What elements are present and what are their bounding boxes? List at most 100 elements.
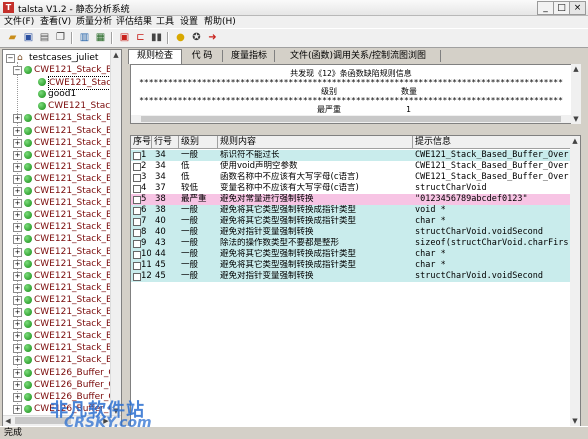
table-row[interactable]: 12 45 一般 避免对指针变量强制转换 structCharVoid.voidSeco… (131, 271, 580, 282)
project-tree[interactable]: − ⌂ testcases_juliet − CWE121_Stack_Ba CWE… (2, 49, 122, 427)
row-checkbox[interactable] (133, 273, 141, 281)
table-row[interactable]: 10 44 一般 避免将其它类型强制转换成指针类型 char * (131, 249, 580, 260)
open-folder-icon[interactable]: ▰ (6, 31, 19, 44)
expand-icon[interactable]: + (13, 283, 22, 293)
scroll-thumb[interactable] (141, 116, 561, 122)
table-icon[interactable]: ▦ (94, 31, 107, 44)
row-checkbox[interactable] (133, 163, 141, 171)
expand-icon[interactable]: + (13, 332, 22, 342)
expand-icon[interactable]: + (13, 235, 22, 245)
col-header-no[interactable]: 序号 (131, 136, 152, 148)
tab-code[interactable]: 代 码 (182, 50, 223, 62)
row-checkbox[interactable] (133, 262, 141, 270)
save-icon[interactable]: ▣ (22, 31, 35, 44)
expand-icon[interactable]: + (13, 295, 22, 305)
report-vertical-scrollbar[interactable]: ▲ ▼ (571, 64, 581, 124)
expand-icon[interactable]: + (13, 368, 22, 378)
scroll-up-icon[interactable]: ▲ (571, 64, 581, 74)
compass-icon[interactable]: ✪ (190, 31, 203, 44)
status-dot-icon (24, 380, 32, 389)
expand-icon[interactable]: + (13, 392, 22, 402)
row-checkbox[interactable] (133, 240, 141, 248)
menu-file[interactable]: 文件(F) (4, 16, 34, 28)
expand-icon[interactable]: + (13, 138, 22, 148)
close-button[interactable]: × (569, 1, 586, 15)
expand-icon[interactable]: + (13, 271, 22, 281)
scroll-up-icon[interactable]: ▲ (111, 50, 121, 60)
expand-icon[interactable]: + (13, 320, 22, 330)
menu-tools[interactable]: 工具 (156, 16, 174, 28)
row-checkbox[interactable] (133, 251, 141, 259)
row-checkbox[interactable] (133, 174, 141, 182)
cell-hint: "0123456789abcdef0123" (415, 194, 528, 204)
col-header-line[interactable]: 行号 (152, 136, 179, 148)
cell-no: 1 (141, 150, 147, 160)
tab-call-graph[interactable]: 文件(函数)调用关系/控制流图浏图 (276, 50, 441, 62)
redo-icon[interactable]: ➜ (206, 31, 219, 44)
col-header-level[interactable]: 级别 (179, 136, 218, 148)
table-vertical-scrollbar[interactable]: ▲ ▼ (570, 136, 580, 426)
chart-icon[interactable]: ▥ (78, 31, 91, 44)
expand-icon[interactable]: + (13, 404, 22, 414)
table-row[interactable]: 6 38 一般 避免将其它类型强制转换成指针类型 void * (131, 205, 580, 216)
menu-view[interactable]: 查看(V) (40, 16, 71, 28)
row-checkbox[interactable] (133, 229, 141, 237)
menu-settings[interactable]: 设置 (180, 16, 198, 28)
tree-vertical-scrollbar[interactable]: ▲ ▼ (110, 50, 121, 416)
table-row[interactable]: 2 34 低 使用void声明空参数 CWE121_Stack_Based_Buffer… (131, 161, 580, 172)
tab-rule-check[interactable]: 规则检查 (128, 49, 182, 64)
cell-line: 43 (155, 238, 166, 248)
row-checkbox[interactable] (133, 152, 141, 160)
report-horizontal-scrollbar[interactable] (131, 115, 571, 123)
table-row[interactable]: 5 38 最严重 避免对常量进行强制转换 "0123456789abcdef0123" (131, 194, 580, 205)
tab-metrics[interactable]: 度量指标 (224, 50, 275, 62)
expand-icon[interactable]: + (13, 199, 22, 209)
red-icon[interactable]: ▣ (118, 31, 131, 44)
help-icon[interactable]: ● (174, 31, 187, 44)
expand-icon[interactable]: + (13, 259, 22, 269)
expand-icon[interactable]: + (13, 162, 22, 172)
table-row[interactable]: 8 40 一般 避免对指针变量强制转换 structCharVoid.voidSecon… (131, 227, 580, 238)
row-checkbox[interactable] (133, 196, 141, 204)
table-row[interactable]: 11 45 一般 避免将其它类型强制转换成指针类型 char * (131, 260, 580, 271)
expand-icon[interactable]: + (13, 308, 22, 317)
expand-icon[interactable]: + (13, 223, 22, 233)
expand-icon[interactable]: + (13, 174, 22, 184)
menu-quality-analysis[interactable]: 质量分析 (76, 16, 112, 28)
expand-icon[interactable]: + (13, 356, 22, 366)
expand-icon[interactable]: + (13, 126, 22, 136)
table-row[interactable]: 4 37 较低 变量名称中不应该有大写字母(c语言) structCharVoid (131, 183, 580, 194)
row-checkbox[interactable] (133, 207, 141, 215)
col-header-rule[interactable]: 规则内容 (218, 136, 413, 148)
maximize-button[interactable]: □ (553, 1, 570, 15)
expand-icon[interactable]: + (13, 247, 22, 257)
cell-line: 38 (155, 205, 166, 215)
scroll-down-icon[interactable]: ▼ (570, 416, 580, 426)
expand-icon[interactable]: + (13, 114, 22, 124)
scroll-up-icon[interactable]: ▲ (570, 136, 580, 146)
copy-icon[interactable]: ❐ (54, 31, 67, 44)
table-row[interactable]: 3 34 低 函数名称中不应该有大写字母(c语言) CWE121_Stack_Based… (131, 172, 580, 183)
scroll-left-icon[interactable]: ◀ (3, 416, 13, 426)
expand-icon[interactable]: + (13, 380, 22, 390)
menu-help[interactable]: 帮助(H) (204, 16, 236, 28)
table-row[interactable]: 7 40 一般 避免将其它类型强制转换成指针类型 char * (131, 216, 580, 227)
code-icon[interactable]: ⊏ (134, 31, 147, 44)
table-row[interactable]: 1 34 一般 标识符不能过长 CWE121_Stack_Based_Buffer_Ov… (131, 150, 580, 161)
row-checkbox[interactable] (133, 185, 141, 193)
col-header-hint[interactable]: 提示信息 (413, 136, 571, 148)
collapse-icon[interactable]: − (13, 66, 22, 75)
expand-icon[interactable]: + (13, 150, 22, 160)
collapse-icon[interactable]: − (6, 54, 15, 63)
expand-icon[interactable]: + (13, 187, 22, 196)
menu-evaluation-result[interactable]: 评估结果 (116, 16, 152, 28)
minimize-button[interactable]: _ (537, 1, 554, 15)
expand-icon[interactable]: + (13, 211, 22, 221)
pause-icon[interactable]: ▮▮ (150, 31, 163, 44)
expand-icon[interactable]: + (13, 344, 22, 354)
print-icon[interactable]: ▤ (38, 31, 51, 44)
cell-no: 4 (141, 183, 147, 193)
table-row[interactable]: 9 43 一般 除法的操作数类型不要都是整形 sizeof(structCharVoid… (131, 238, 580, 249)
scroll-down-icon[interactable]: ▼ (571, 114, 581, 124)
row-checkbox[interactable] (133, 218, 141, 226)
